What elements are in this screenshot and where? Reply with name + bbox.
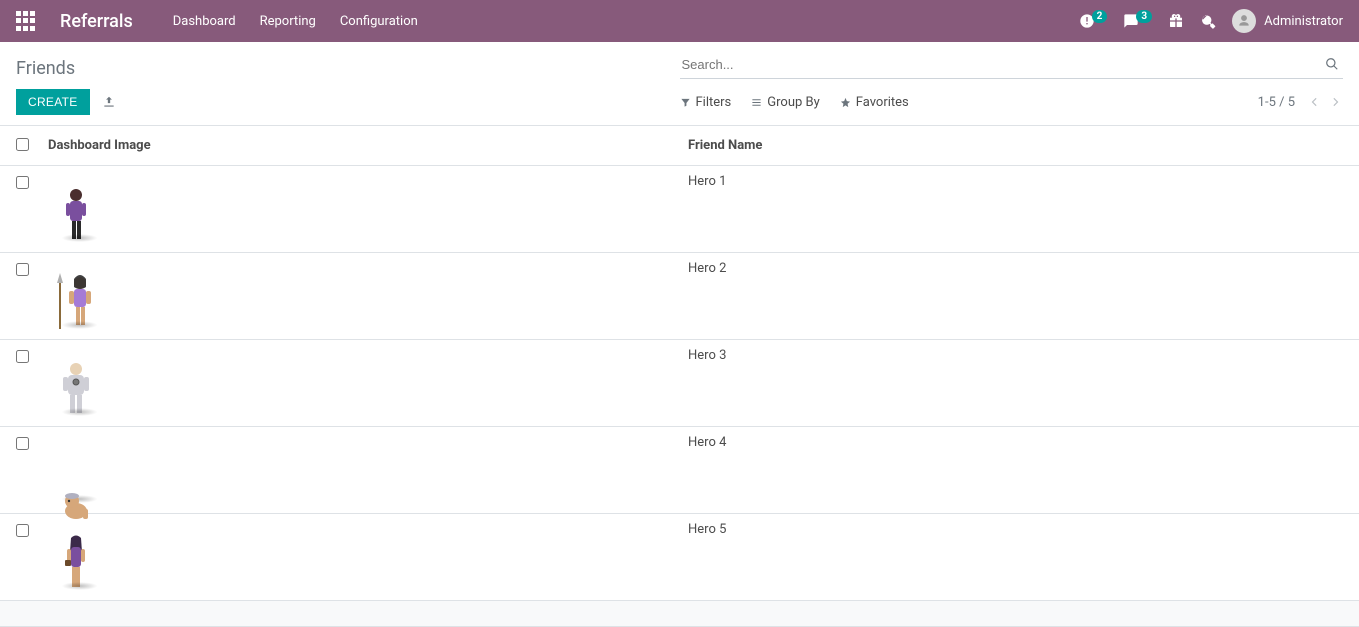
table-row[interactable]: Hero 5 <box>0 514 1359 601</box>
col-friend-name[interactable]: Friend Name <box>680 126 1359 166</box>
filters-dropdown[interactable]: Filters <box>680 95 732 110</box>
hero-image <box>48 265 103 331</box>
pager-text[interactable]: 1-5 / 5 <box>1258 95 1295 110</box>
discuss-badge: 3 <box>1136 10 1152 23</box>
filters-label: Filters <box>696 95 732 110</box>
apps-icon[interactable] <box>16 11 36 31</box>
table-row[interactable]: Hero 4 <box>0 427 1359 514</box>
favorites-dropdown[interactable]: Favorites <box>840 95 909 110</box>
row-checkbox[interactable] <box>16 524 29 537</box>
list-icon <box>751 97 762 108</box>
friend-name-cell: Hero 1 <box>680 166 1359 253</box>
friend-name-cell: Hero 2 <box>680 253 1359 340</box>
gift-icon[interactable] <box>1168 13 1184 29</box>
row-checkbox[interactable] <box>16 176 29 189</box>
friend-name-cell: Hero 5 <box>680 514 1359 601</box>
friends-table: Dashboard Image Friend Name <box>0 126 1359 627</box>
search-icon[interactable] <box>1325 57 1339 71</box>
activity-badge: 2 <box>1092 10 1108 23</box>
table-row[interactable]: Hero 3 <box>0 340 1359 427</box>
user-menu[interactable]: Administrator <box>1232 9 1343 33</box>
row-checkbox[interactable] <box>16 437 29 450</box>
hero-image <box>48 439 103 505</box>
funnel-icon <box>680 97 691 108</box>
friend-name-cell: Hero 3 <box>680 340 1359 427</box>
search-wrap <box>680 51 1344 79</box>
activity-icon[interactable]: 2 <box>1079 13 1108 29</box>
groupby-dropdown[interactable]: Group By <box>751 95 820 110</box>
hero-image <box>48 352 103 418</box>
app-brand[interactable]: Referrals <box>60 11 133 32</box>
select-all-checkbox[interactable] <box>16 138 29 151</box>
nav-link-dashboard[interactable]: Dashboard <box>173 14 236 29</box>
row-checkbox[interactable] <box>16 350 29 363</box>
export-icon[interactable] <box>102 95 116 109</box>
debug-icon[interactable] <box>1200 13 1216 29</box>
discuss-icon[interactable]: 3 <box>1123 13 1152 29</box>
hero-image <box>48 526 103 592</box>
nav-links: Dashboard Reporting Configuration <box>173 14 418 29</box>
friend-name-cell: Hero 4 <box>680 427 1359 514</box>
navbar-right: 2 3 Administrator <box>1079 9 1343 33</box>
create-button[interactable]: CREATE <box>16 89 90 115</box>
hero-image <box>48 178 103 244</box>
nav-link-configuration[interactable]: Configuration <box>340 14 418 29</box>
col-dashboard-image[interactable]: Dashboard Image <box>40 126 680 166</box>
favorites-label: Favorites <box>856 95 909 110</box>
avatar <box>1232 9 1256 33</box>
nav-link-reporting[interactable]: Reporting <box>260 14 316 29</box>
table-footer <box>0 601 1359 627</box>
groupby-label: Group By <box>767 95 820 110</box>
breadcrumb: Friends <box>16 50 680 79</box>
row-checkbox[interactable] <box>16 263 29 276</box>
pager-prev-icon[interactable] <box>1307 95 1321 109</box>
pager-next-icon[interactable] <box>1329 95 1343 109</box>
user-name: Administrator <box>1264 14 1343 29</box>
star-icon <box>840 97 851 108</box>
search-input[interactable] <box>680 51 1344 78</box>
top-navbar: Referrals Dashboard Reporting Configurat… <box>0 0 1359 42</box>
table-row[interactable]: Hero 1 <box>0 166 1359 253</box>
control-panel: Friends CREATE Filters Group By Favorite… <box>0 42 1359 126</box>
table-row[interactable]: Hero 2 <box>0 253 1359 340</box>
